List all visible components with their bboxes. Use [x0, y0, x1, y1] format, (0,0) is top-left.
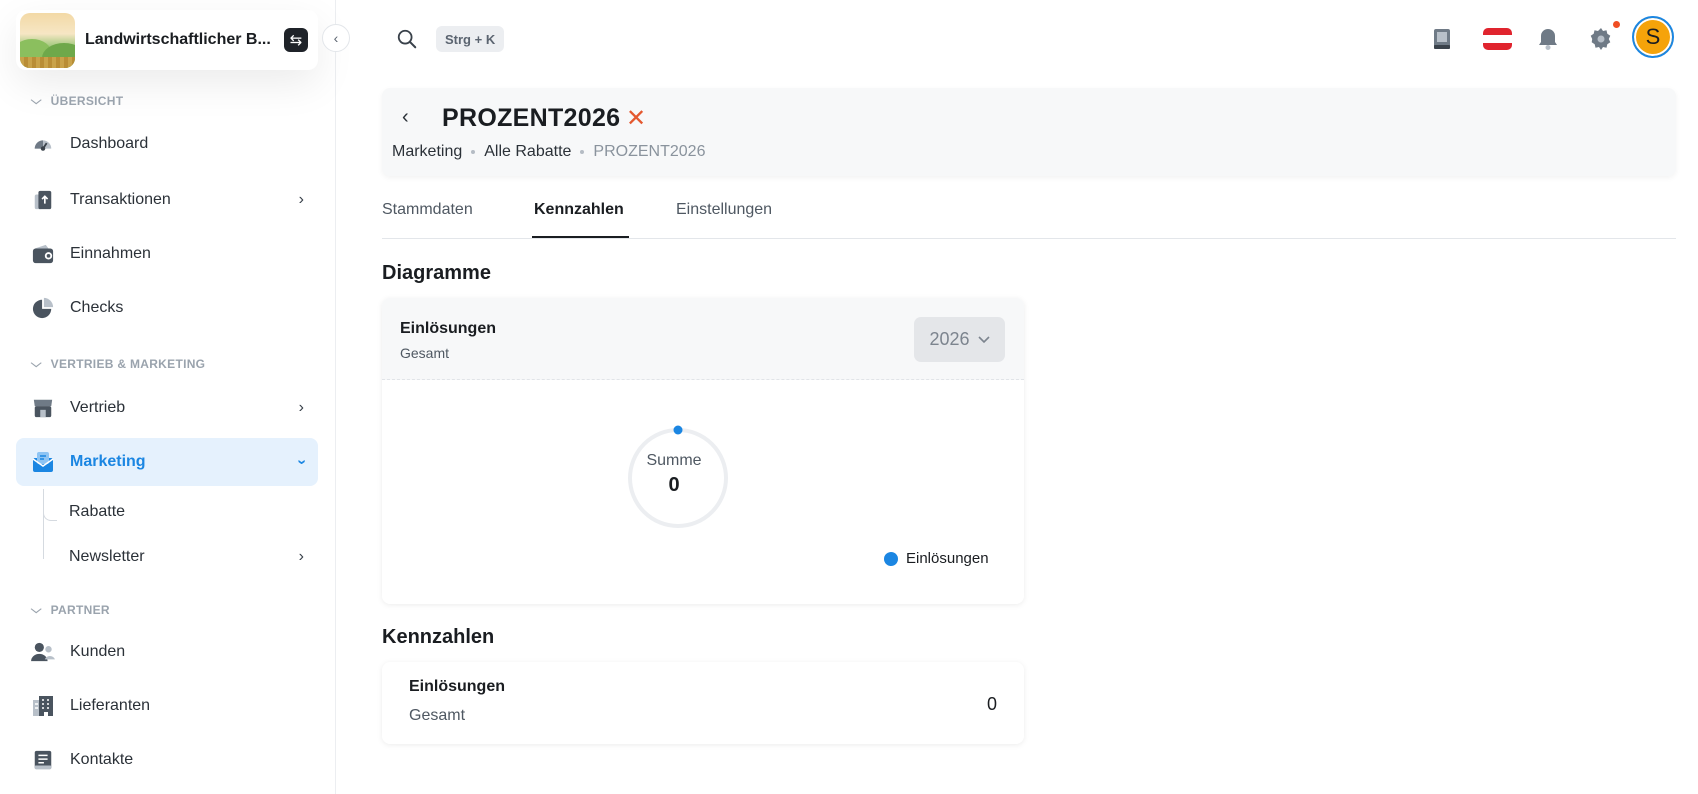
page-title: PROZENT2026	[442, 104, 621, 132]
chevron-right-icon: ›	[298, 399, 304, 416]
chevron-down-icon: ⌵	[30, 357, 42, 370]
tab-bar: Stammdaten Kennzahlen Einstellungen	[382, 188, 1676, 239]
kpi-title: Einlösungen	[409, 678, 505, 695]
user-avatar[interactable]: S	[1632, 16, 1674, 58]
breadcrumb-link-marketing[interactable]: Marketing	[392, 143, 462, 161]
close-icon[interactable]: ✕	[626, 104, 646, 133]
users-icon	[30, 639, 56, 665]
chevron-left-icon: ‹	[333, 30, 339, 46]
collapse-sidebar-button[interactable]: ‹	[322, 24, 350, 52]
gear-icon[interactable]	[1588, 26, 1614, 52]
page-header: ‹ PROZENT2026 ✕ Marketing Alle Rabatte P…	[382, 88, 1676, 176]
legend-swatch	[884, 551, 898, 566]
pie-chart-icon	[30, 295, 56, 321]
bell-icon[interactable]	[1535, 26, 1561, 52]
sidebar-item-kunden[interactable]: Kunden	[16, 628, 318, 676]
section-label: PARTNER	[50, 603, 110, 617]
sidebar-item-label: Vertrieb	[70, 399, 126, 416]
section-label: ÜBERSICHT	[50, 94, 124, 108]
chevron-down-icon: ›	[293, 459, 311, 465]
gauge-icon	[30, 131, 56, 157]
donut-slice-einlösungen[interactable]	[673, 425, 683, 435]
address-book-icon	[30, 747, 56, 773]
organization-logo	[20, 12, 75, 68]
sidebar-item-einnahmen[interactable]: Einnahmen	[16, 230, 318, 278]
tab-einstellungen[interactable]: Einstellungen	[676, 201, 772, 219]
sidebar-subitem-label: Newsletter	[69, 548, 145, 565]
breadcrumb-separator	[580, 150, 585, 154]
sidebar: Landwirtschaftlicher B... ⇆ ⌵ ÜBERSICHT …	[0, 0, 336, 794]
donut-center-value: 0	[668, 474, 680, 496]
organization-switcher[interactable]: Landwirtschaftlicher B... ⇆	[16, 10, 318, 70]
sidebar-item-label: Marketing	[70, 453, 146, 470]
sidebar-item-lieferanten[interactable]: Lieferanten	[16, 682, 318, 730]
store-icon	[30, 395, 56, 421]
sidebar-item-label: Lieferanten	[70, 697, 151, 714]
section-heading-kennzahlen: Kennzahlen	[382, 626, 495, 648]
section-sales-marketing[interactable]: ⌵ VERTRIEB & MARKETING	[30, 357, 206, 371]
sidebar-item-label: Dashboard	[70, 135, 149, 152]
sidebar-item-kontakte[interactable]: Kontakte	[16, 736, 318, 784]
breadcrumb-separator	[471, 150, 476, 154]
sidebar-item-transaktionen[interactable]: Transaktionen ›	[16, 176, 318, 224]
kpi-value: 0	[986, 694, 997, 714]
wallet-icon	[30, 241, 56, 267]
book-icon[interactable]	[1429, 26, 1455, 52]
search-icon[interactable]	[396, 28, 418, 55]
section-heading-diagramme: Diagramme	[382, 262, 491, 284]
switch-organization-icon[interactable]: ⇆	[284, 28, 308, 52]
sidebar-item-marketing[interactable]: Marketing ›	[16, 438, 318, 486]
sidebar-subitem-newsletter[interactable]: Newsletter ›	[69, 541, 318, 573]
breadcrumb-current: PROZENT2026	[593, 143, 706, 160]
kpi-subtitle: Gesamt	[409, 707, 466, 724]
chart-card: Einlösungen Gesamt 2026 Summe 0 Einlösun…	[382, 298, 1024, 604]
legend-label: Einlösungen	[906, 550, 989, 567]
breadcrumb: Marketing Alle Rabatte PROZENT2026	[392, 143, 705, 161]
sidebar-item-vertrieb[interactable]: Vertrieb ›	[16, 384, 318, 432]
organization-name: Landwirtschaftlicher B...	[85, 31, 271, 48]
sidebar-subitem-label: Rabatte	[69, 503, 126, 520]
chevron-right-icon: ›	[298, 191, 304, 208]
sidebar-subitem-rabatte[interactable]: Rabatte	[69, 496, 318, 528]
tab-kennzahlen[interactable]: Kennzahlen	[534, 201, 624, 219]
sidebar-item-label: Checks	[70, 299, 124, 316]
sidebar-item-checks[interactable]: Checks	[16, 284, 318, 332]
search-shortcut-hint[interactable]: Strg + K	[436, 26, 505, 52]
donut-center-label: Summe	[646, 452, 702, 469]
back-icon[interactable]: ‹	[402, 106, 409, 129]
section-overview[interactable]: ⌵ ÜBERSICHT	[30, 94, 124, 108]
sidebar-item-label: Kontakte	[70, 751, 134, 768]
building-icon	[30, 693, 56, 719]
chevron-right-icon: ›	[298, 548, 304, 565]
tab-stammdaten[interactable]: Stammdaten	[382, 201, 473, 219]
chevron-down-icon: ⌵	[30, 603, 42, 616]
section-label: VERTRIEB & MARKETING	[50, 357, 206, 371]
breadcrumb-link-rabatte[interactable]: Alle Rabatte	[484, 143, 571, 161]
avatar-initial: S	[1645, 24, 1661, 49]
chart-legend[interactable]: Einlösungen	[884, 550, 989, 567]
mail-icon	[30, 449, 56, 475]
section-partner[interactable]: ⌵ PARTNER	[30, 603, 110, 617]
notification-dot	[1612, 20, 1621, 29]
sidebar-item-label: Kunden	[70, 643, 126, 660]
active-tab-indicator	[532, 236, 629, 238]
chevron-down-icon: ⌵	[30, 94, 42, 107]
austria-flag-icon[interactable]	[1483, 28, 1512, 50]
sidebar-item-label: Transaktionen	[70, 191, 171, 208]
transactions-icon	[30, 187, 56, 213]
submenu-tree-line	[43, 489, 59, 559]
sidebar-item-dashboard[interactable]: Dashboard	[16, 120, 318, 168]
sidebar-item-label: Einnahmen	[70, 245, 151, 262]
kpi-card: Einlösungen Gesamt 0	[382, 662, 1024, 744]
